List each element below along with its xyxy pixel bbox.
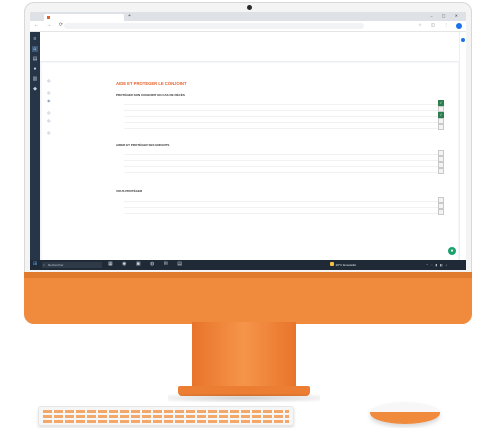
profile-icon[interactable] (456, 23, 462, 29)
menu-icon[interactable]: ≡ (32, 36, 38, 42)
taskbar: ⊞ ⌕ Rechercher ▦ ◉ ▣ ◍ ✉ ▤ 20°C Ensoleil… (30, 260, 466, 270)
search-icon: ⌕ (43, 263, 45, 267)
folder-icon[interactable]: ▤ (32, 56, 38, 62)
nav-arrows-icon[interactable]: ← → ⟳ (34, 22, 66, 28)
objective-checkbox[interactable] (438, 167, 444, 174)
search-placeholder: Rechercher (48, 263, 64, 267)
chart-icon[interactable]: ▥ (32, 76, 38, 82)
stand-shadow (168, 394, 320, 402)
objective-row[interactable] (124, 123, 444, 130)
sun-icon (329, 262, 334, 266)
page-title: AIDE ET PROTEGER LE CONJOINT (116, 81, 187, 86)
address-bar: ← → ⟳ ☆ ◫ ⋮ (30, 21, 466, 32)
main-content: ◎ ◎ ◉ ◎ ◎ ◎ AIDE ET PROTEGER LE CONJOINT… (42, 63, 458, 260)
weather-text: 20°C Ensoleillé (335, 263, 356, 267)
window-controls[interactable]: – ▢ ✕ (430, 13, 462, 18)
taskbar-search[interactable]: ⌕ Rechercher (42, 262, 102, 268)
key-row (43, 420, 289, 423)
subnav-icon: ◉ (47, 98, 51, 103)
key-row (43, 410, 289, 413)
subnav-icon: ◎ (47, 78, 51, 83)
objective-checkbox[interactable] (438, 208, 444, 215)
objectives-panel: AIDE ET PROTEGER LE CONJOINT PROTÉGER SO… (112, 79, 456, 259)
extensions-icon[interactable]: ☆ ◫ ⋮ (418, 22, 452, 27)
group-title: PROTÉGER SON CONJOINT EN CAS DE DÉCÈS (116, 93, 185, 97)
side-action-icon[interactable] (461, 38, 465, 42)
objective-row[interactable] (124, 208, 444, 215)
app-tabs (40, 51, 466, 62)
windows-icon[interactable]: ⊞ (33, 262, 38, 267)
keyboard (38, 406, 294, 426)
subnav-icon: ◎ (47, 118, 51, 123)
weather-widget[interactable]: 20°C Ensoleillé (329, 262, 356, 268)
monitor: + – ▢ ✕ ← → ⟳ ☆ ◫ ⋮ ≡ ⌂ ▤ ● ▥ ◆ ◎ ◎ ◉ ◎ … (24, 2, 472, 324)
chat-icon[interactable]: ◆ (32, 86, 38, 92)
objective-row[interactable] (124, 167, 444, 174)
group-title: VOUS PROTÉGER (116, 189, 143, 193)
screen: + – ▢ ✕ ← → ⟳ ☆ ◫ ⋮ ≡ ⌂ ▤ ● ▥ ◆ ◎ ◎ ◉ ◎ … (30, 12, 466, 270)
system-tray[interactable]: ^ ◌ ▮ ◧ ♪ (426, 262, 448, 268)
left-rail: ≡ ⌂ ▤ ● ▥ ◆ (30, 32, 40, 260)
home-icon[interactable]: ⌂ (32, 46, 38, 52)
mouse-base (370, 412, 440, 424)
browser-tab[interactable] (44, 14, 124, 21)
taskbar-apps[interactable]: ▦ ◉ ▣ ◍ ✉ ▤ (108, 261, 186, 267)
subnav-icon: ◎ (47, 90, 51, 95)
monitor-chin (24, 272, 472, 324)
web-app: ≡ ⌂ ▤ ● ▥ ◆ ◎ ◎ ◉ ◎ ◎ ◎ AIDE ET PROTEGER… (30, 32, 466, 260)
new-tab-button[interactable]: + (128, 13, 131, 19)
group-title: AIDER ET PROTÉGER SES ENFANTS (116, 143, 170, 147)
subnav-icon: ◎ (47, 110, 51, 115)
webcam (247, 5, 252, 10)
key-row (43, 415, 289, 418)
objectives-subnav: ◎ ◎ ◉ ◎ ◎ ◎ (46, 79, 108, 259)
user-icon[interactable]: ● (32, 66, 38, 72)
right-rail (459, 32, 466, 260)
subnav-icon: ◎ (47, 130, 51, 135)
url-field[interactable] (64, 23, 364, 29)
favicon-icon (47, 16, 50, 19)
monitor-stand (192, 322, 296, 388)
objective-checkbox[interactable] (438, 123, 444, 130)
chin-shade (24, 272, 472, 278)
help-chat-button[interactable]: ● (448, 247, 456, 255)
mouse (370, 402, 440, 424)
browser-tab-bar: + – ▢ ✕ (30, 12, 466, 21)
